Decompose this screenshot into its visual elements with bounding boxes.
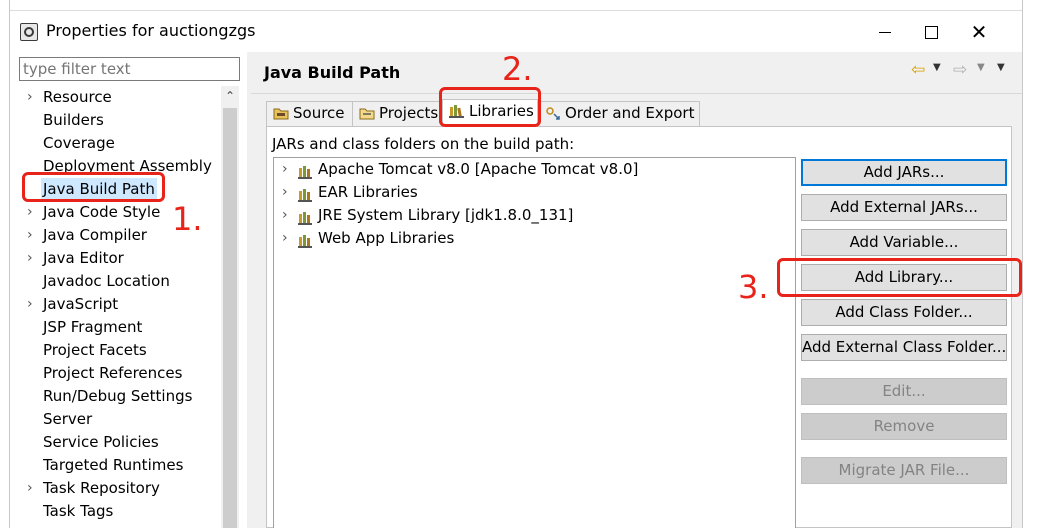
remove-button[interactable]: Remove xyxy=(801,413,1007,440)
source-folder-icon xyxy=(273,104,289,120)
annotation-step-3: 3. xyxy=(738,268,769,306)
add-external-class-folder-button[interactable]: Add External Class Folder... xyxy=(801,334,1007,361)
add-external-jars-button[interactable]: Add External JARs... xyxy=(801,194,1007,221)
page-header: Java Build Path ⇦ ▼ ⇨ ▼ ▼ xyxy=(251,52,1022,94)
expand-arrow-icon[interactable]: › xyxy=(27,224,33,246)
expand-arrow-icon[interactable]: › xyxy=(27,201,33,223)
annotation-step-1: 1. xyxy=(172,200,203,238)
scroll-thumb[interactable] xyxy=(223,108,237,528)
filter-input[interactable] xyxy=(19,57,240,81)
add-class-folder-button[interactable]: Add Class Folder... xyxy=(801,299,1007,326)
library-icon xyxy=(298,186,314,202)
add-jars-button[interactable]: Add JARs... xyxy=(801,159,1007,186)
forward-dropdown-icon[interactable]: ▼ xyxy=(977,62,985,73)
expand-arrow-icon[interactable]: › xyxy=(27,86,33,108)
edit-button[interactable]: Edit... xyxy=(801,378,1007,405)
page-title: Java Build Path xyxy=(264,63,401,82)
window-edge-left xyxy=(9,0,10,528)
add-variable-button[interactable]: Add Variable... xyxy=(801,229,1007,256)
expand-arrow-icon[interactable]: › xyxy=(27,477,33,499)
expand-arrow-icon[interactable]: › xyxy=(282,204,288,226)
annotation-step-2: 2. xyxy=(502,50,533,88)
window-title: Properties for auctiongzgs xyxy=(46,21,256,40)
libraries-tree[interactable]: › Apache Tomcat v8.0 [Apache Tomcat v8.0… xyxy=(273,157,796,528)
view-menu-icon[interactable]: ▼ xyxy=(997,62,1005,73)
minimize-button[interactable] xyxy=(862,17,908,47)
tab-source[interactable]: Source xyxy=(266,101,353,126)
expand-arrow-icon[interactable]: › xyxy=(282,181,288,203)
preference-tree: › Resource Builders Coverage Deployment A… xyxy=(27,86,212,520)
tab-order-and-export[interactable]: Order and Export xyxy=(538,101,700,126)
tab-libraries[interactable]: Libraries xyxy=(442,99,538,127)
back-arrow-icon[interactable]: ⇦ xyxy=(911,60,925,80)
migrate-jar-file-button[interactable]: Migrate JAR File... xyxy=(801,457,1007,484)
page-navigation: ⇦ ▼ ⇨ ▼ ▼ xyxy=(909,60,1019,82)
build-path-page: Java Build Path ⇦ ▼ ⇨ ▼ ▼ Source Project… xyxy=(251,52,1022,528)
properties-dialog: Properties for auctiongzgs ✕ ›Resource B… xyxy=(0,0,1037,528)
libraries-label: JARs and class folders on the build path… xyxy=(272,135,575,153)
library-books-icon xyxy=(449,102,465,118)
libraries-tab-content: JARs and class folders on the build path… xyxy=(266,126,1012,528)
scroll-up-icon[interactable]: ⌃ xyxy=(221,86,239,106)
window-edge-right xyxy=(1022,0,1023,528)
library-icon xyxy=(298,163,314,179)
title-bar[interactable]: Properties for auctiongzgs ✕ xyxy=(10,10,1022,52)
forward-arrow-icon[interactable]: ⇨ xyxy=(953,60,967,80)
library-icon xyxy=(298,209,314,225)
add-library-button[interactable]: Add Library... xyxy=(801,264,1007,291)
expand-arrow-icon[interactable]: › xyxy=(282,158,288,180)
project-folder-icon xyxy=(359,104,375,120)
maximize-button[interactable] xyxy=(908,17,954,47)
expand-arrow-icon[interactable]: › xyxy=(27,247,33,269)
order-export-icon xyxy=(545,104,561,120)
close-button[interactable]: ✕ xyxy=(956,17,1002,47)
expand-arrow-icon[interactable]: › xyxy=(27,293,33,315)
expand-arrow-icon[interactable]: › xyxy=(282,227,288,249)
tab-projects[interactable]: Projects xyxy=(352,101,442,126)
eclipse-app-icon xyxy=(20,23,38,41)
back-dropdown-icon[interactable]: ▼ xyxy=(933,62,941,73)
library-icon xyxy=(298,232,314,248)
tree-scrollbar[interactable]: ⌃ xyxy=(221,86,239,528)
